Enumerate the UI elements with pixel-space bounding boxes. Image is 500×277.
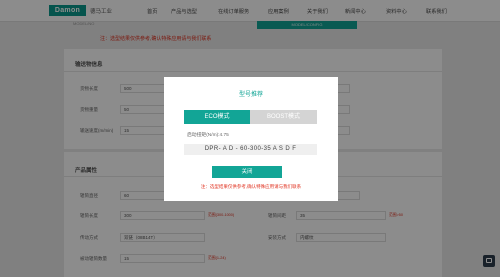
mode-tabs: ECO模式 BOOST模式 [184,110,317,124]
dialog-note: 注：选型结果仅供参考,确认特殊应用请与我们联系 [200,184,302,189]
model-recommendation-dialog: 型号推荐 ECO模式 BOOST模式 启动扭矩(N/m):4.75 DPR- A… [164,77,338,201]
tab-eco-mode[interactable]: ECO模式 [184,110,250,124]
tab-boost-mode[interactable]: BOOST模式 [250,110,317,124]
close-button[interactable]: 关闭 [212,166,282,178]
model-code: DPR- A D - 60-300-35 A S D F [184,144,317,155]
dialog-title: 型号推荐 [238,92,263,98]
starting-torque-text: 启动扭矩(N/m):4.75 [187,133,229,138]
